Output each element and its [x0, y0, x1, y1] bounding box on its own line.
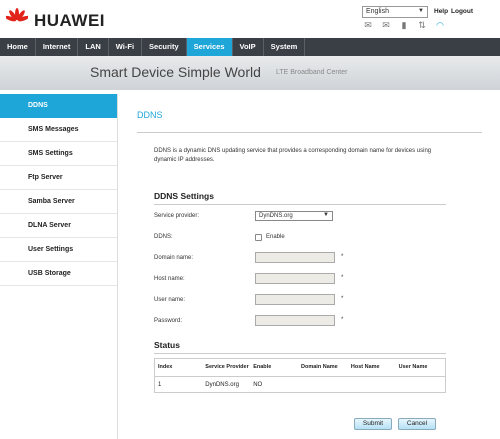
password-label: Password:	[154, 318, 183, 324]
page-title: DDNS	[137, 110, 163, 120]
nav-voip[interactable]: VoIP	[233, 38, 264, 56]
user-label: User name:	[154, 297, 186, 303]
nav-wifi[interactable]: Wi-Fi	[109, 38, 143, 56]
help-link[interactable]: Help	[434, 8, 448, 15]
logout-link[interactable]: Logout	[451, 8, 473, 15]
chevron-down-icon: ▼	[323, 212, 329, 218]
ddns-enable-label: Enable	[266, 234, 285, 240]
cell-host-name	[348, 377, 396, 393]
provider-label: Service provider:	[154, 213, 200, 219]
ddns-label: DDNS:	[154, 234, 173, 240]
sidebar-item-usb-storage[interactable]: USB Storage	[0, 262, 117, 286]
sidebar-item-ftp-server[interactable]: Ftp Server	[0, 166, 117, 190]
nav-internet[interactable]: Internet	[36, 38, 79, 56]
col-host-name: Host Name	[347, 358, 396, 377]
sidebar-item-user-settings[interactable]: User Settings	[0, 238, 117, 262]
nav-lan[interactable]: LAN	[78, 38, 109, 56]
host-label: Host name:	[154, 276, 185, 282]
banner-subtitle: LTE Broadband Center	[276, 69, 348, 76]
provider-value: DynDNS.org	[259, 213, 293, 219]
user-name-input[interactable]	[255, 294, 335, 305]
domain-label: Domain name:	[154, 255, 194, 261]
brand-name: HUAWEI	[34, 11, 105, 30]
table-row: 1 DynDNS.org NO	[155, 377, 446, 393]
chevron-down-icon: ▼	[418, 8, 424, 14]
cell-domain-name	[298, 377, 348, 393]
domain-name-input[interactable]	[255, 252, 335, 263]
header: HUAWEI English ▼ Help Logout ✉ ✉ ▮ ⇅ ◠	[0, 0, 500, 38]
language-select[interactable]: English ▼	[362, 6, 428, 18]
settings-divider	[154, 204, 446, 205]
host-required-mark: *	[341, 275, 344, 281]
language-value: English	[366, 8, 389, 15]
status-table: Index Service Provider Enable Domain Nam…	[154, 358, 446, 393]
main-content: DDNS DDNS is a dynamic DNS updating serv…	[118, 94, 500, 439]
sidebar-item-ddns[interactable]: DDNS	[0, 94, 117, 118]
huawei-logo-icon	[6, 8, 28, 22]
settings-heading: DDNS Settings	[154, 191, 214, 201]
signal-icon: ▮	[401, 20, 407, 30]
cell-user-name	[396, 377, 446, 393]
cancel-button[interactable]: Cancel	[398, 418, 436, 430]
wifi-icon: ◠	[436, 20, 444, 30]
nav-services[interactable]: Services	[186, 38, 233, 56]
nav-home[interactable]: Home	[0, 38, 36, 56]
status-divider	[154, 353, 446, 354]
ddns-enable-checkbox[interactable]	[255, 234, 262, 241]
col-domain-name: Domain Name	[298, 358, 348, 377]
envelope-icon[interactable]: ✉	[380, 20, 392, 30]
title-divider	[137, 132, 482, 133]
cell-enable: NO	[253, 381, 263, 388]
sidebar-item-dlna-server[interactable]: DLNA Server	[0, 214, 117, 238]
sidebar-item-samba-server[interactable]: Samba Server	[0, 190, 117, 214]
banner: Smart Device Simple World LTE Broadband …	[0, 56, 500, 90]
host-name-input[interactable]	[255, 273, 335, 284]
sidebar-item-sms-settings[interactable]: SMS Settings	[0, 142, 117, 166]
sms-icon[interactable]: ✉	[362, 20, 374, 30]
sidebar-item-sms-messages[interactable]: SMS Messages	[0, 118, 117, 142]
main-nav: Home Internet LAN Wi-Fi Security Service…	[0, 38, 500, 56]
domain-required-mark: *	[341, 254, 344, 260]
password-required-mark: *	[341, 317, 344, 323]
nav-system[interactable]: System	[264, 38, 306, 56]
submit-button[interactable]: Submit	[354, 418, 392, 430]
col-user-name: User Name	[395, 358, 446, 377]
status-heading: Status	[154, 340, 180, 350]
col-index: Index	[154, 358, 203, 377]
sidebar: DDNS SMS Messages SMS Settings Ftp Serve…	[0, 94, 118, 439]
user-required-mark: *	[341, 296, 344, 302]
password-input[interactable]	[255, 315, 335, 326]
cell-service-provider: DynDNS.org	[205, 381, 239, 388]
table-header-row: Index Service Provider Enable Domain Nam…	[154, 358, 446, 377]
provider-select[interactable]: DynDNS.org ▼	[255, 211, 333, 221]
banner-slogan: Smart Device Simple World	[90, 64, 261, 80]
network-icon: ⇅	[418, 20, 426, 30]
col-enable: Enable	[250, 358, 299, 377]
status-icons: ✉ ✉ ▮ ⇅ ◠	[362, 20, 446, 34]
col-service-provider: Service Provider	[202, 358, 251, 377]
cell-index: 1	[158, 381, 162, 388]
nav-security[interactable]: Security	[142, 38, 187, 56]
page-description: DDNS is a dynamic DNS updating service t…	[154, 148, 432, 163]
